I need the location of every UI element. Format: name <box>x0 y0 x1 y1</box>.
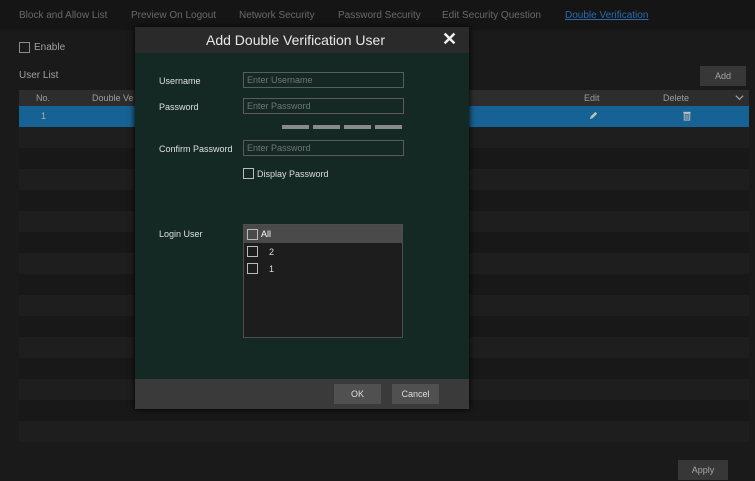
user-name: 2 <box>269 246 275 257</box>
login-user-label: Login User <box>159 229 203 239</box>
user-checkbox[interactable] <box>247 263 258 274</box>
user-checkbox[interactable] <box>247 246 258 257</box>
dialog-footer: OK Cancel <box>135 379 469 409</box>
list-item[interactable]: 2 <box>244 243 402 260</box>
confirm-password-label: Confirm Password <box>159 144 233 154</box>
confirm-password-input[interactable] <box>243 140 404 156</box>
dialog-title-bar: Add Double Verification User ✕ <box>135 27 469 53</box>
password-strength-bar <box>375 125 402 129</box>
add-user-dialog: Add Double Verification User ✕ Username … <box>135 27 469 409</box>
all-checkbox[interactable] <box>247 228 258 240</box>
password-strength-bar <box>344 125 371 129</box>
password-strength-bar <box>313 125 340 129</box>
password-strength-bar <box>282 125 309 129</box>
all-label: All <box>261 229 272 239</box>
display-password-toggle[interactable]: Display Password <box>243 168 329 179</box>
login-user-list: All 2 1 <box>243 224 403 338</box>
ok-button[interactable]: OK <box>334 384 381 404</box>
cancel-button[interactable]: Cancel <box>392 384 439 404</box>
password-label: Password <box>159 102 199 112</box>
password-input[interactable] <box>243 98 404 114</box>
display-password-label: Display Password <box>257 168 329 179</box>
username-input[interactable] <box>243 72 404 88</box>
username-label: Username <box>159 76 201 86</box>
login-user-all[interactable]: All <box>244 225 402 243</box>
display-password-checkbox[interactable] <box>243 168 254 179</box>
list-item[interactable]: 1 <box>244 260 402 277</box>
dialog-title: Add Double Verification User <box>206 32 385 48</box>
user-name: 1 <box>269 263 275 274</box>
close-icon[interactable]: ✕ <box>442 29 457 50</box>
